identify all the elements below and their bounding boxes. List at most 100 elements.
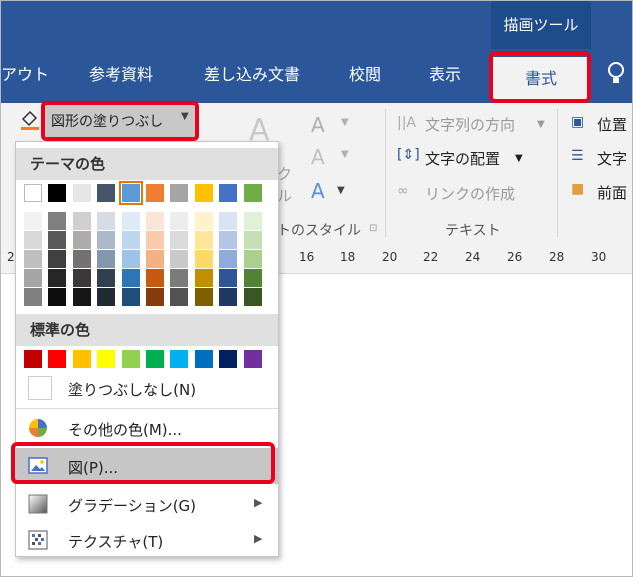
theme-shade-swatch[interactable] xyxy=(170,250,189,268)
theme-color-swatch[interactable] xyxy=(24,184,42,202)
submenu-arrow-icon: ▶ xyxy=(254,532,263,545)
more-colors-menu-item[interactable]: その他の色(M)... xyxy=(16,410,278,446)
text-outline-a-icon[interactable]: A xyxy=(311,145,325,169)
wrap-text-button[interactable]: 文字 xyxy=(597,148,627,169)
theme-color-swatch[interactable] xyxy=(194,184,213,202)
ruler-tick: 20 xyxy=(382,250,398,264)
theme-shade-swatch[interactable] xyxy=(121,269,140,287)
standard-color-swatch[interactable] xyxy=(72,350,91,368)
link-icon: ∞ xyxy=(397,183,409,199)
theme-shade-swatch[interactable] xyxy=(121,212,140,230)
theme-shade-swatch[interactable] xyxy=(146,231,164,249)
dialog-launcher-icon[interactable]: ⊡ xyxy=(369,223,377,234)
theme-shade-swatch[interactable] xyxy=(146,288,164,306)
theme-color-swatch[interactable] xyxy=(97,184,116,202)
theme-shade-swatch[interactable] xyxy=(146,269,164,287)
theme-shade-swatch[interactable] xyxy=(24,269,42,287)
theme-shade-swatch[interactable] xyxy=(194,250,213,268)
standard-color-swatch[interactable] xyxy=(24,350,42,368)
theme-shade-swatch[interactable] xyxy=(72,288,91,306)
theme-color-swatch[interactable] xyxy=(72,184,91,202)
theme-shade-swatch[interactable] xyxy=(243,212,262,230)
standard-color-swatch[interactable] xyxy=(194,350,213,368)
chevron-down-icon: ▼ xyxy=(537,119,545,130)
tab-layout[interactable]: アウト xyxy=(1,49,49,101)
theme-shade-swatch[interactable] xyxy=(24,231,42,249)
standard-color-swatch[interactable] xyxy=(243,350,262,368)
format-tab-highlight xyxy=(489,51,591,103)
standard-color-swatch[interactable] xyxy=(219,350,238,368)
theme-shade-swatch[interactable] xyxy=(24,212,42,230)
theme-shade-swatch[interactable] xyxy=(48,288,67,306)
theme-shade-swatch[interactable] xyxy=(97,288,116,306)
theme-shade-swatch[interactable] xyxy=(48,269,67,287)
theme-shade-swatch[interactable] xyxy=(170,269,189,287)
theme-shade-swatch[interactable] xyxy=(243,269,262,287)
theme-shade-swatch[interactable] xyxy=(72,212,91,230)
texture-menu-item[interactable]: テクスチャ(T) ▶ xyxy=(16,522,278,558)
bring-forward-button[interactable]: 前面 xyxy=(597,182,627,203)
tab-mailings[interactable]: 差し込み文書 xyxy=(204,49,300,101)
standard-color-swatch[interactable] xyxy=(121,350,140,368)
theme-shade-swatch[interactable] xyxy=(243,250,262,268)
theme-shade-swatch[interactable] xyxy=(97,250,116,268)
theme-shade-swatch[interactable] xyxy=(146,250,164,268)
standard-color-swatch[interactable] xyxy=(97,350,116,368)
theme-shade-swatch[interactable] xyxy=(219,231,238,249)
theme-shade-swatch[interactable] xyxy=(72,231,91,249)
theme-shade-swatch[interactable] xyxy=(97,212,116,230)
text-direction-button[interactable]: 文字列の方向 xyxy=(425,114,515,135)
theme-shade-swatch[interactable] xyxy=(24,288,42,306)
create-link-button[interactable]: リンクの作成 xyxy=(425,183,515,204)
screenshot-frame: 描画ツール アウト 参考資料 差し込み文書 校閲 表示 書式 図形の塗りつぶし … xyxy=(0,0,633,577)
theme-shade-swatch[interactable] xyxy=(72,269,91,287)
theme-shade-swatch[interactable] xyxy=(48,231,67,249)
theme-color-swatch[interactable] xyxy=(48,184,67,202)
theme-shade-swatch[interactable] xyxy=(219,288,238,306)
theme-color-swatch[interactable] xyxy=(146,184,164,202)
theme-shade-swatch[interactable] xyxy=(72,250,91,268)
theme-shade-swatch[interactable] xyxy=(219,250,238,268)
tab-view[interactable]: 表示 xyxy=(429,49,461,101)
theme-shade-swatch[interactable] xyxy=(170,231,189,249)
lightbulb-icon[interactable] xyxy=(601,59,631,95)
theme-shade-swatch[interactable] xyxy=(97,231,116,249)
standard-color-swatch[interactable] xyxy=(146,350,164,368)
theme-shade-swatch[interactable] xyxy=(48,212,67,230)
menu-separator xyxy=(16,408,278,409)
ruler-tick: 18 xyxy=(340,250,356,264)
theme-shade-swatch[interactable] xyxy=(219,212,238,230)
partial-ribbon-text-1: ク xyxy=(277,165,293,183)
theme-shade-swatch[interactable] xyxy=(170,212,189,230)
tab-review[interactable]: 校閲 xyxy=(349,49,381,101)
position-button[interactable]: 位置 xyxy=(597,114,627,135)
standard-colors-heading: 標準の色 xyxy=(16,314,278,346)
theme-shade-swatch[interactable] xyxy=(243,288,262,306)
theme-shade-swatch[interactable] xyxy=(194,269,213,287)
no-fill-menu-item[interactable]: 塗りつぶしなし(N) xyxy=(16,370,278,406)
theme-color-swatch[interactable] xyxy=(118,181,143,205)
theme-shade-swatch[interactable] xyxy=(48,250,67,268)
theme-shade-swatch[interactable] xyxy=(121,250,140,268)
text-effects-a-icon[interactable]: A xyxy=(311,179,325,203)
theme-shade-swatch[interactable] xyxy=(170,288,189,306)
theme-color-swatch[interactable] xyxy=(170,184,189,202)
theme-shade-swatch[interactable] xyxy=(97,269,116,287)
standard-color-swatch[interactable] xyxy=(48,350,67,368)
theme-shade-swatch[interactable] xyxy=(24,250,42,268)
gradient-menu-item[interactable]: グラデーション(G) ▶ xyxy=(16,486,278,522)
tab-references[interactable]: 参考資料 xyxy=(89,49,153,101)
theme-color-swatch[interactable] xyxy=(243,184,262,202)
theme-shade-swatch[interactable] xyxy=(146,212,164,230)
theme-color-swatch[interactable] xyxy=(219,184,238,202)
theme-shade-swatch[interactable] xyxy=(194,288,213,306)
theme-shade-swatch[interactable] xyxy=(219,269,238,287)
align-text-button[interactable]: 文字の配置 xyxy=(425,148,500,169)
text-fill-a-icon[interactable]: A xyxy=(311,113,325,137)
theme-shade-swatch[interactable] xyxy=(121,231,140,249)
standard-color-swatch[interactable] xyxy=(170,350,189,368)
theme-shade-swatch[interactable] xyxy=(194,231,213,249)
theme-shade-swatch[interactable] xyxy=(243,231,262,249)
theme-shade-swatch[interactable] xyxy=(121,288,140,306)
theme-shade-swatch[interactable] xyxy=(194,212,213,230)
